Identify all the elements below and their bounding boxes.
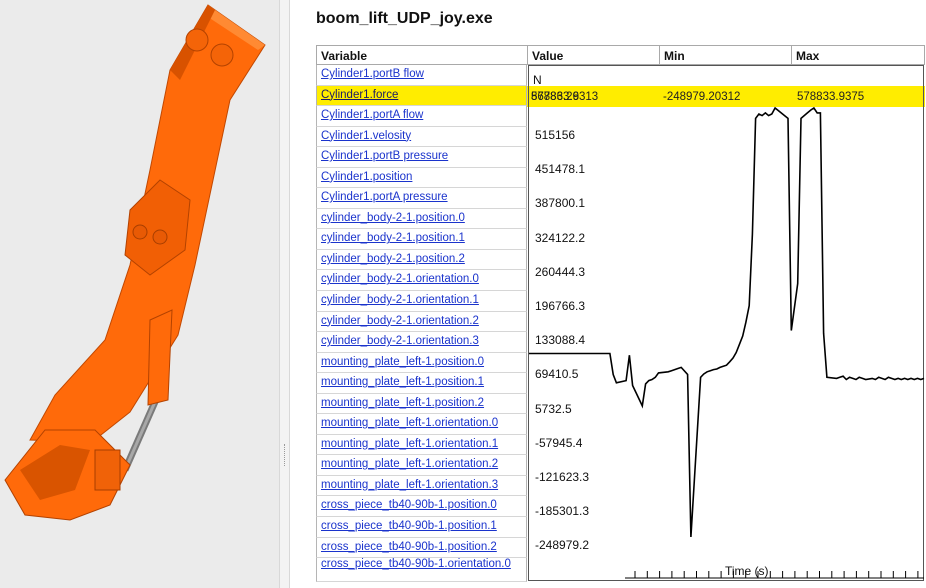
splitter-grip[interactable] <box>284 444 286 466</box>
variable-link[interactable]: Cylinder1.portB pressure <box>321 150 448 162</box>
selected-max: 578833.9375 <box>797 91 865 103</box>
variable-link[interactable]: cylinder_body-2-1.position.1 <box>321 232 465 244</box>
app-title: boom_lift_UDP_joy.exe <box>316 10 493 27</box>
variable-link[interactable]: Cylinder1.portA pressure <box>321 191 448 203</box>
table-row[interactable]: Cylinder1.position <box>316 167 527 189</box>
table-row[interactable]: mounting_plate_left-1.orientation.1 <box>316 434 527 456</box>
header-variable[interactable]: Variable <box>316 45 528 65</box>
table-row[interactable]: mounting_plate_left-1.orientation.2 <box>316 455 527 476</box>
force-graph: N 515156 451478.1 387800.1 324122.2 260444.3… <box>528 65 925 581</box>
table-row[interactable]: mounting_plate_left-1.position.1 <box>316 373 527 394</box>
force-series-line <box>529 106 925 538</box>
selected-value: 86786.26313 <box>531 91 599 103</box>
variable-link[interactable]: cylinder_body-2-1.position.0 <box>321 212 465 224</box>
variable-link[interactable]: cylinder_body-2-1.orientation.0 <box>321 273 479 285</box>
table-row[interactable]: Cylinder1.portB flow <box>316 65 527 86</box>
table-row[interactable]: cylinder_body-2-1.position.1 <box>316 229 527 250</box>
table-row[interactable]: Cylinder1.velosity <box>316 126 527 148</box>
force-plot <box>529 106 925 579</box>
variable-link[interactable]: Cylinder1.force <box>321 89 398 101</box>
header-value[interactable]: Value <box>527 45 660 65</box>
table-row[interactable]: Cylinder1.force <box>316 85 527 107</box>
variable-link[interactable]: cylinder_body-2-1.orientation.2 <box>321 315 479 327</box>
variable-link[interactable]: cylinder_body-2-1.orientation.1 <box>321 294 479 306</box>
table-row[interactable]: Cylinder1.portA flow <box>316 106 527 127</box>
3d-viewport[interactable] <box>0 0 279 588</box>
table-row[interactable]: cross_piece_tb40-90b-1.orientation.0 <box>316 558 527 583</box>
table-row[interactable]: mounting_plate_left-1.orientation.0 <box>316 414 527 435</box>
table-row[interactable]: cross_piece_tb40-90b-1.position.2 <box>316 537 527 559</box>
variable-link[interactable]: Cylinder1.velosity <box>321 130 411 142</box>
table-row[interactable]: cylinder_body-2-1.position.0 <box>316 208 527 230</box>
selected-min: -248979.20312 <box>663 91 741 103</box>
table-row[interactable]: Cylinder1.portB pressure <box>316 147 527 168</box>
variable-link[interactable]: mounting_plate_left-1.orientation.2 <box>321 458 498 470</box>
table-row[interactable]: mounting_plate_left-1.position.2 <box>316 393 527 415</box>
variable-table: Variable Value Min Max Cylinder1.portB f… <box>316 45 925 588</box>
variable-link[interactable]: mounting_plate_left-1.position.0 <box>321 356 484 368</box>
table-row[interactable]: cylinder_body-2-1.orientation.2 <box>316 311 527 333</box>
variable-link[interactable]: cross_piece_tb40-90b-1.position.1 <box>321 520 497 532</box>
table-row[interactable]: mounting_plate_left-1.position.0 <box>316 352 527 374</box>
variable-link[interactable]: cylinder_body-2-1.position.2 <box>321 253 465 265</box>
table-row[interactable]: cylinder_body-2-1.position.2 <box>316 249 527 271</box>
table-row[interactable]: cylinder_body-2-1.orientation.1 <box>316 291 527 312</box>
variable-link[interactable]: mounting_plate_left-1.orientation.3 <box>321 479 498 491</box>
table-row[interactable]: cross_piece_tb40-90b-1.position.1 <box>316 517 527 538</box>
variable-link[interactable]: mounting_plate_left-1.position.2 <box>321 397 484 409</box>
table-row[interactable]: mounting_plate_left-1.orientation.3 <box>316 475 527 497</box>
variable-link[interactable]: mounting_plate_left-1.orientation.1 <box>321 438 498 450</box>
table-row[interactable]: cylinder_body-2-1.orientation.3 <box>316 332 527 353</box>
variable-link[interactable]: cylinder_body-2-1.orientation.3 <box>321 335 479 347</box>
table-row[interactable]: cylinder_body-2-1.orientation.0 <box>316 270 527 292</box>
variable-link[interactable]: cross_piece_tb40-90b-1.orientation.0 <box>321 558 511 570</box>
variable-list: Cylinder1.portB flow Cylinder1.force Cylin… <box>316 65 527 583</box>
panel-splitter[interactable] <box>279 0 290 588</box>
variable-link[interactable]: Cylinder1.position <box>321 171 412 183</box>
variable-link[interactable]: cross_piece_tb40-90b-1.position.2 <box>321 541 497 553</box>
variable-link[interactable]: Cylinder1.portB flow <box>321 68 424 80</box>
variable-link[interactable]: mounting_plate_left-1.position.1 <box>321 376 484 388</box>
boom-lift-model <box>4 4 266 521</box>
header-max[interactable]: Max <box>791 45 925 65</box>
variable-link[interactable]: cross_piece_tb40-90b-1.position.0 <box>321 499 497 511</box>
variable-link[interactable]: mounting_plate_left-1.orientation.0 <box>321 417 498 429</box>
table-row[interactable]: cross_piece_tb40-90b-1.position.0 <box>316 496 527 518</box>
header-min[interactable]: Min <box>659 45 792 65</box>
variable-link[interactable]: Cylinder1.portA flow <box>321 109 423 121</box>
table-row[interactable]: Cylinder1.portA pressure <box>316 188 527 209</box>
